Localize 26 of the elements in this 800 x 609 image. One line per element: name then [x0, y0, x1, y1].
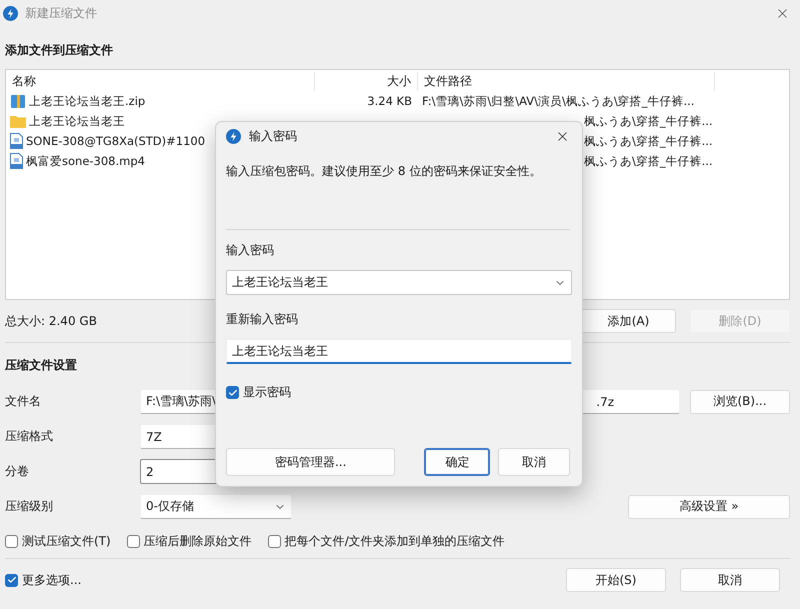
- file-path: 枫ふうあ\穿搭_牛仔裤...: [584, 114, 713, 128]
- checkbox-label: 测试压缩文件(T): [22, 532, 111, 550]
- dialog-title: 输入密码: [249, 128, 298, 145]
- checkbox-label: 显示密码: [243, 384, 291, 401]
- file-path: F:\雪璃\苏雨\归整\AV\演员\枫ふうあ\穿搭_牛仔裤...: [422, 94, 694, 108]
- window-title: 新建压缩文件: [25, 4, 98, 22]
- field-label: 重新输入密码: [226, 311, 299, 328]
- section-title: 添加文件到压缩文件: [5, 42, 114, 59]
- file-name: 上老王论坛当老王.zip: [29, 94, 146, 108]
- field-label: 压缩格式: [5, 428, 54, 445]
- dialog-description: 输入压缩包密码。建议使用至少 8 位的密码来保证安全性。: [226, 163, 542, 180]
- file-name: 枫富爱sone-308.mp4: [26, 154, 145, 168]
- file-path: 枫ふうあ\穿搭_牛仔裤...: [584, 134, 713, 148]
- section-title: 压缩文件设置: [5, 357, 78, 374]
- file-name: SONE-308@TG8Xa(STD)#1100: [26, 134, 206, 148]
- file-path: 枫ふうあ\穿搭_牛仔裤...: [584, 154, 713, 168]
- field-label: 分卷: [5, 463, 30, 480]
- field-label: 文件名: [5, 393, 42, 410]
- file-name: 上老王论坛当老王: [29, 114, 125, 128]
- checkbox-label: 更多选项...: [22, 572, 82, 588]
- checkbox-label: 压缩后删除原始文件: [144, 532, 252, 550]
- field-label: 输入密码: [226, 242, 275, 259]
- checkbox-label: 把每个文件/文件夹添加到单独的压缩文件: [284, 532, 505, 550]
- file-size: 3.24 KB: [367, 94, 412, 108]
- field-label: 压缩级别: [5, 498, 54, 515]
- total-size: 总大小: 2.40 GB: [5, 312, 97, 330]
